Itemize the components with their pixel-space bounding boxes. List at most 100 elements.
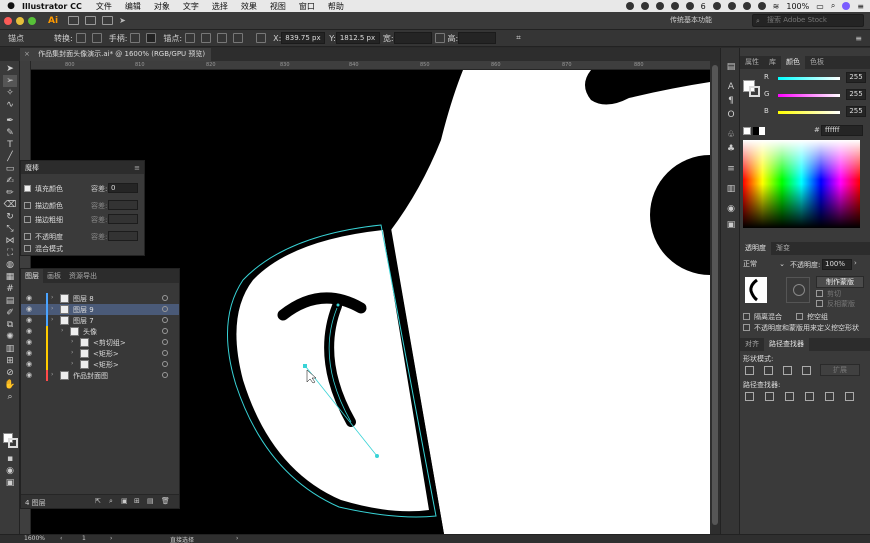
x-field[interactable]: 839.75 px [281, 32, 326, 44]
opacity-knockout-checkbox[interactable] [743, 324, 750, 331]
bridge-icon[interactable] [68, 16, 80, 25]
next-artboard-icon[interactable]: › [110, 535, 112, 542]
outline-icon[interactable] [825, 392, 834, 401]
stroke-tolerance-field[interactable] [108, 200, 138, 210]
stroke-color-checkbox[interactable] [24, 202, 31, 209]
blend-mode-checkbox[interactable] [24, 245, 31, 252]
rotate-tool-icon[interactable]: ↻ [3, 211, 17, 223]
tab-swatches[interactable]: 色板 [805, 56, 829, 69]
target-icon[interactable] [162, 350, 168, 356]
handle-point[interactable] [336, 303, 340, 307]
magic-wand-panel-header[interactable]: 魔棒 ≡ [21, 161, 144, 174]
merge-icon[interactable] [785, 392, 794, 401]
apple-menu-icon[interactable]: ● [0, 1, 22, 11]
status-icon[interactable] [655, 2, 664, 10]
pen-tool-icon[interactable]: ✒ [3, 115, 17, 127]
menu-window[interactable]: 窗口 [299, 1, 315, 12]
opacity-option[interactable]: 不透明度 [24, 231, 63, 242]
expand-arrow-icon[interactable]: › [71, 349, 73, 356]
tab-gradient[interactable]: 渐变 [771, 242, 795, 255]
color-mode-icon[interactable]: ▪ [3, 453, 17, 465]
stock-search-input[interactable]: ⌕ 搜索 Adobe Stock [752, 14, 864, 27]
opacity-tolerance-field[interactable] [108, 231, 138, 241]
lasso-tool-icon[interactable]: ∿ [3, 99, 17, 111]
head-shape[interactable] [391, 70, 710, 534]
artboard-select[interactable]: 1 [82, 535, 86, 542]
transform-icon[interactable]: ⌗ [516, 33, 521, 43]
exclude-icon[interactable] [802, 366, 811, 375]
new-sublayer-icon[interactable]: ⊞ [134, 497, 140, 505]
fill-tolerance-field[interactable]: 0 [108, 183, 138, 193]
pencil-tool-icon[interactable]: ✏ [3, 187, 17, 199]
visibility-eye-icon[interactable]: ◉ [26, 327, 32, 335]
tab-properties[interactable]: 属性 [740, 56, 764, 69]
export-icon[interactable]: ⇱ [95, 497, 101, 505]
expand-arrow-icon[interactable]: › [51, 316, 53, 323]
layer-row[interactable]: ◉ › 作品封面图 [21, 370, 179, 381]
paintbrush-tool-icon[interactable]: ✍ [3, 175, 17, 187]
tab-libraries[interactable]: 库 [764, 56, 781, 69]
menu-select[interactable]: 选择 [212, 1, 228, 12]
status-icon[interactable] [670, 2, 679, 10]
gradient-tool-icon[interactable]: ▤ [3, 295, 17, 307]
width-field[interactable] [393, 32, 432, 44]
green-slider[interactable] [778, 94, 840, 97]
mesh-tool-icon[interactable]: # [3, 283, 17, 295]
object-thumbnail[interactable] [745, 277, 767, 303]
expand-arrow-icon[interactable]: › [51, 305, 53, 312]
stroke-icon[interactable]: ≡ [726, 164, 736, 174]
stroke-swatch[interactable] [8, 438, 18, 448]
spotlight-icon[interactable]: ⌕ [831, 1, 835, 11]
visibility-eye-icon[interactable]: ◉ [26, 294, 32, 302]
status-icon[interactable] [757, 2, 766, 10]
opacity-field[interactable]: 100% [822, 259, 852, 270]
workspace-switcher[interactable]: 传统基本功能 [670, 15, 712, 25]
trash-icon[interactable]: 🗑 [161, 497, 170, 505]
menu-type[interactable]: 文字 [183, 1, 199, 12]
chevron-right-icon[interactable]: › [854, 259, 857, 267]
opacity-checkbox[interactable] [24, 233, 31, 240]
invert-mask-checkbox[interactable] [816, 300, 823, 307]
visibility-eye-icon[interactable]: ◉ [26, 349, 32, 357]
document-tab[interactable]: × 作品集封面头像演示.ai* @ 1600% (RGB/GPU 预览) [20, 48, 212, 61]
red-slider[interactable] [778, 77, 840, 80]
hand-tool-icon[interactable]: ✋ [3, 379, 17, 391]
tab-color[interactable]: 颜色 [781, 56, 805, 69]
connect-anchor-icon[interactable] [201, 33, 212, 43]
y-field[interactable]: 1812.5 px [335, 32, 380, 44]
minus-back-icon[interactable] [845, 392, 854, 401]
symbol-sprayer-tool-icon[interactable]: ✺ [3, 331, 17, 343]
hide-handles-icon[interactable] [146, 33, 157, 43]
hex-field[interactable]: ffffff [821, 125, 863, 136]
visibility-eye-icon[interactable]: ◉ [26, 371, 32, 379]
expand-arrow-icon[interactable]: › [51, 371, 53, 378]
fill-color-checkbox[interactable] [24, 185, 31, 192]
status-icon[interactable] [727, 2, 736, 10]
visibility-eye-icon[interactable]: ◉ [26, 360, 32, 368]
divide-icon[interactable] [745, 392, 754, 401]
blend-mode-option[interactable]: 混合模式 [24, 243, 63, 254]
weight-tolerance-field[interactable] [108, 214, 138, 224]
expand-button[interactable]: 扩展 [820, 364, 860, 376]
siri-icon[interactable] [842, 2, 851, 10]
target-icon[interactable] [162, 317, 168, 323]
perspective-grid-tool-icon[interactable]: ▦ [3, 271, 17, 283]
appearance-icon[interactable]: ◉ [726, 204, 736, 214]
locate-object-icon[interactable]: ⌕ [109, 497, 113, 506]
eyedropper-tool-icon[interactable]: ✐ [3, 307, 17, 319]
target-icon[interactable] [162, 306, 168, 312]
white-swatch[interactable] [759, 127, 765, 135]
app-menu[interactable]: Illustrator CC [22, 2, 82, 11]
visibility-eye-icon[interactable]: ◉ [26, 316, 32, 324]
tab-transparency[interactable]: 透明度 [740, 242, 771, 255]
expand-arrow-icon[interactable]: › [71, 360, 73, 367]
green-value-field[interactable]: 255 [846, 89, 866, 100]
make-mask-button[interactable]: 制作蒙版 [816, 276, 864, 288]
layer-row[interactable]: ◉ › 头像 [21, 326, 179, 337]
stroke-color-option[interactable]: 描边颜色 [24, 200, 63, 211]
shape-builder-tool-icon[interactable]: ◍ [3, 259, 17, 271]
panel-menu-icon[interactable]: ≡ [134, 164, 140, 172]
status-icon[interactable] [625, 2, 634, 10]
artboard-tool-icon[interactable]: ⊞ [3, 355, 17, 367]
intersect-icon[interactable] [783, 366, 792, 375]
